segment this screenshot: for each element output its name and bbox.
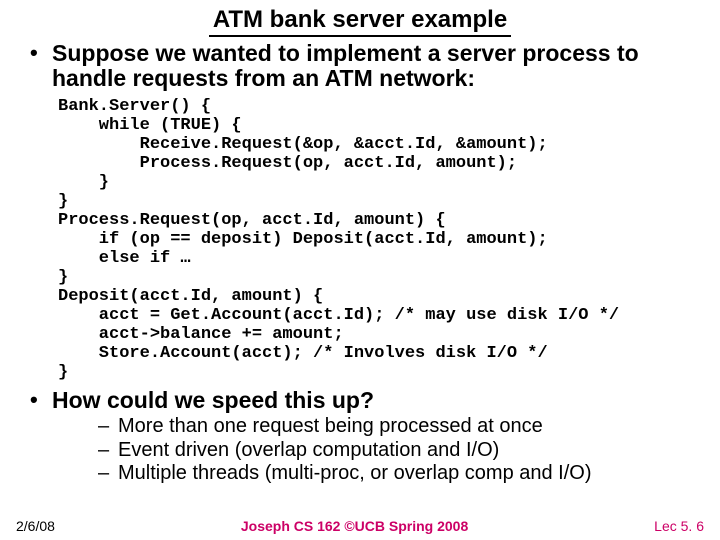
bullet-list-2: How could we speed this up? More than on… [12,388,708,486]
sub-b: Event driven (overlap computation and I/… [118,439,708,463]
footer: 2/6/08 Joseph CS 162 ©UCB Spring 2008 Le… [0,518,720,534]
bullet-speedup: How could we speed this up? More than on… [52,388,708,486]
bullet-list: Suppose we wanted to implement a server … [12,41,708,91]
bullet-speedup-text: How could we speed this up? [52,387,374,413]
footer-center: Joseph CS 162 ©UCB Spring 2008 [55,518,654,534]
sub-list: More than one request being processed at… [52,415,708,486]
slide: ATM bank server example Suppose we wante… [0,0,720,540]
sub-c: Multiple threads (multi-proc, or overlap… [118,462,708,486]
sub-a: More than one request being processed at… [118,415,708,439]
slide-title: ATM bank server example [209,6,511,37]
footer-lec: Lec 5. 6 [654,518,704,534]
footer-date: 2/6/08 [16,518,55,534]
code-block: Bank.Server() { while (TRUE) { Receive.R… [58,97,708,382]
title-wrap: ATM bank server example [12,6,708,37]
bullet-intro: Suppose we wanted to implement a server … [52,41,708,91]
